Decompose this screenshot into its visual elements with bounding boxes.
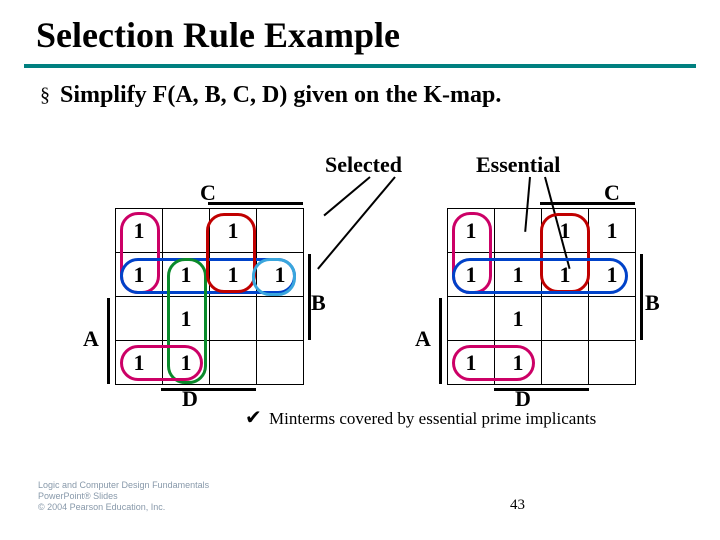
kmap-cell [257,209,304,253]
kmap-cell: 1 [210,209,257,253]
copyright-line: © 2004 Pearson Education, Inc. [38,502,209,513]
bracket-d-left [161,388,256,391]
kmap-left: 1 1 1 1 1 1 1 1 1 [115,208,304,385]
kmap-cell: 1 [448,341,495,385]
bracket-d-right [494,388,589,391]
kmap-cell: 1 [116,341,163,385]
label-a-right: A [415,326,431,352]
kmap-cell: 1 [163,341,210,385]
kmap-cell: 1 [589,209,636,253]
label-selected: Selected [325,152,402,178]
kmap-cell [542,297,589,341]
bracket-b-left [308,254,311,340]
kmap-cell [589,297,636,341]
bracket-a-left [107,298,110,384]
table-row: 1 1 [116,341,304,385]
table-row: 1 [448,297,636,341]
bracket-c-left [208,202,303,205]
arrow-selected-2 [317,176,396,269]
footer-text: Minterms covered by essential prime impl… [269,409,596,428]
kmap-cell [210,297,257,341]
kmap-cell [448,297,495,341]
kmap-cell [589,341,636,385]
footer-minterms: ✔ Minterms covered by essential prime im… [245,405,596,430]
check-icon: ✔ [245,407,262,429]
kmap-cell: 1 [163,297,210,341]
kmap-cell [257,297,304,341]
kmap-cell: 1 [257,253,304,297]
kmap-cell [210,341,257,385]
bullet-item: § Simplify F(A, B, C, D) given on the K-… [40,80,692,110]
bullet-text: Simplify F(A, B, C, D) given on the K-ma… [60,80,640,110]
copyright-line: PowerPoint® Slides [38,491,209,502]
kmap-cell [542,341,589,385]
table-row: 1 1 1 [448,209,636,253]
kmap-cell: 1 [210,253,257,297]
kmap-cell: 1 [542,253,589,297]
kmap-cell: 1 [589,253,636,297]
kmap-cell [495,209,542,253]
bullet-glyph: § [40,80,50,110]
label-a-left: A [83,326,99,352]
slide-title: Selection Rule Example [0,0,720,58]
kmap-cell [257,341,304,385]
label-b-left: B [311,290,326,316]
label-b-right: B [645,290,660,316]
bracket-c-right [540,202,635,205]
table-row: 1 1 [116,209,304,253]
kmap-cell [163,209,210,253]
kmap-cell: 1 [448,253,495,297]
kmap-cell: 1 [495,253,542,297]
label-essential: Essential [476,152,560,178]
arrow-selected-1 [323,176,370,216]
kmap-cell: 1 [542,209,589,253]
kmap-cell: 1 [116,253,163,297]
table-row: 1 1 [448,341,636,385]
kmap-cell: 1 [163,253,210,297]
kmap-cell [116,297,163,341]
copyright-line: Logic and Computer Design Fundamentals [38,480,209,491]
copyright-block: Logic and Computer Design Fundamentals P… [38,480,209,513]
kmap-cell: 1 [495,341,542,385]
table-row: 1 [116,297,304,341]
bracket-a-right [439,298,442,384]
table-row: 1 1 1 1 [448,253,636,297]
kmap-cell: 1 [116,209,163,253]
page-number: 43 [510,497,525,514]
kmap-cell: 1 [448,209,495,253]
kmap-cell: 1 [495,297,542,341]
kmap-right: 1 1 1 1 1 1 1 1 1 1 [447,208,636,385]
bracket-b-right [640,254,643,340]
table-row: 1 1 1 1 [116,253,304,297]
